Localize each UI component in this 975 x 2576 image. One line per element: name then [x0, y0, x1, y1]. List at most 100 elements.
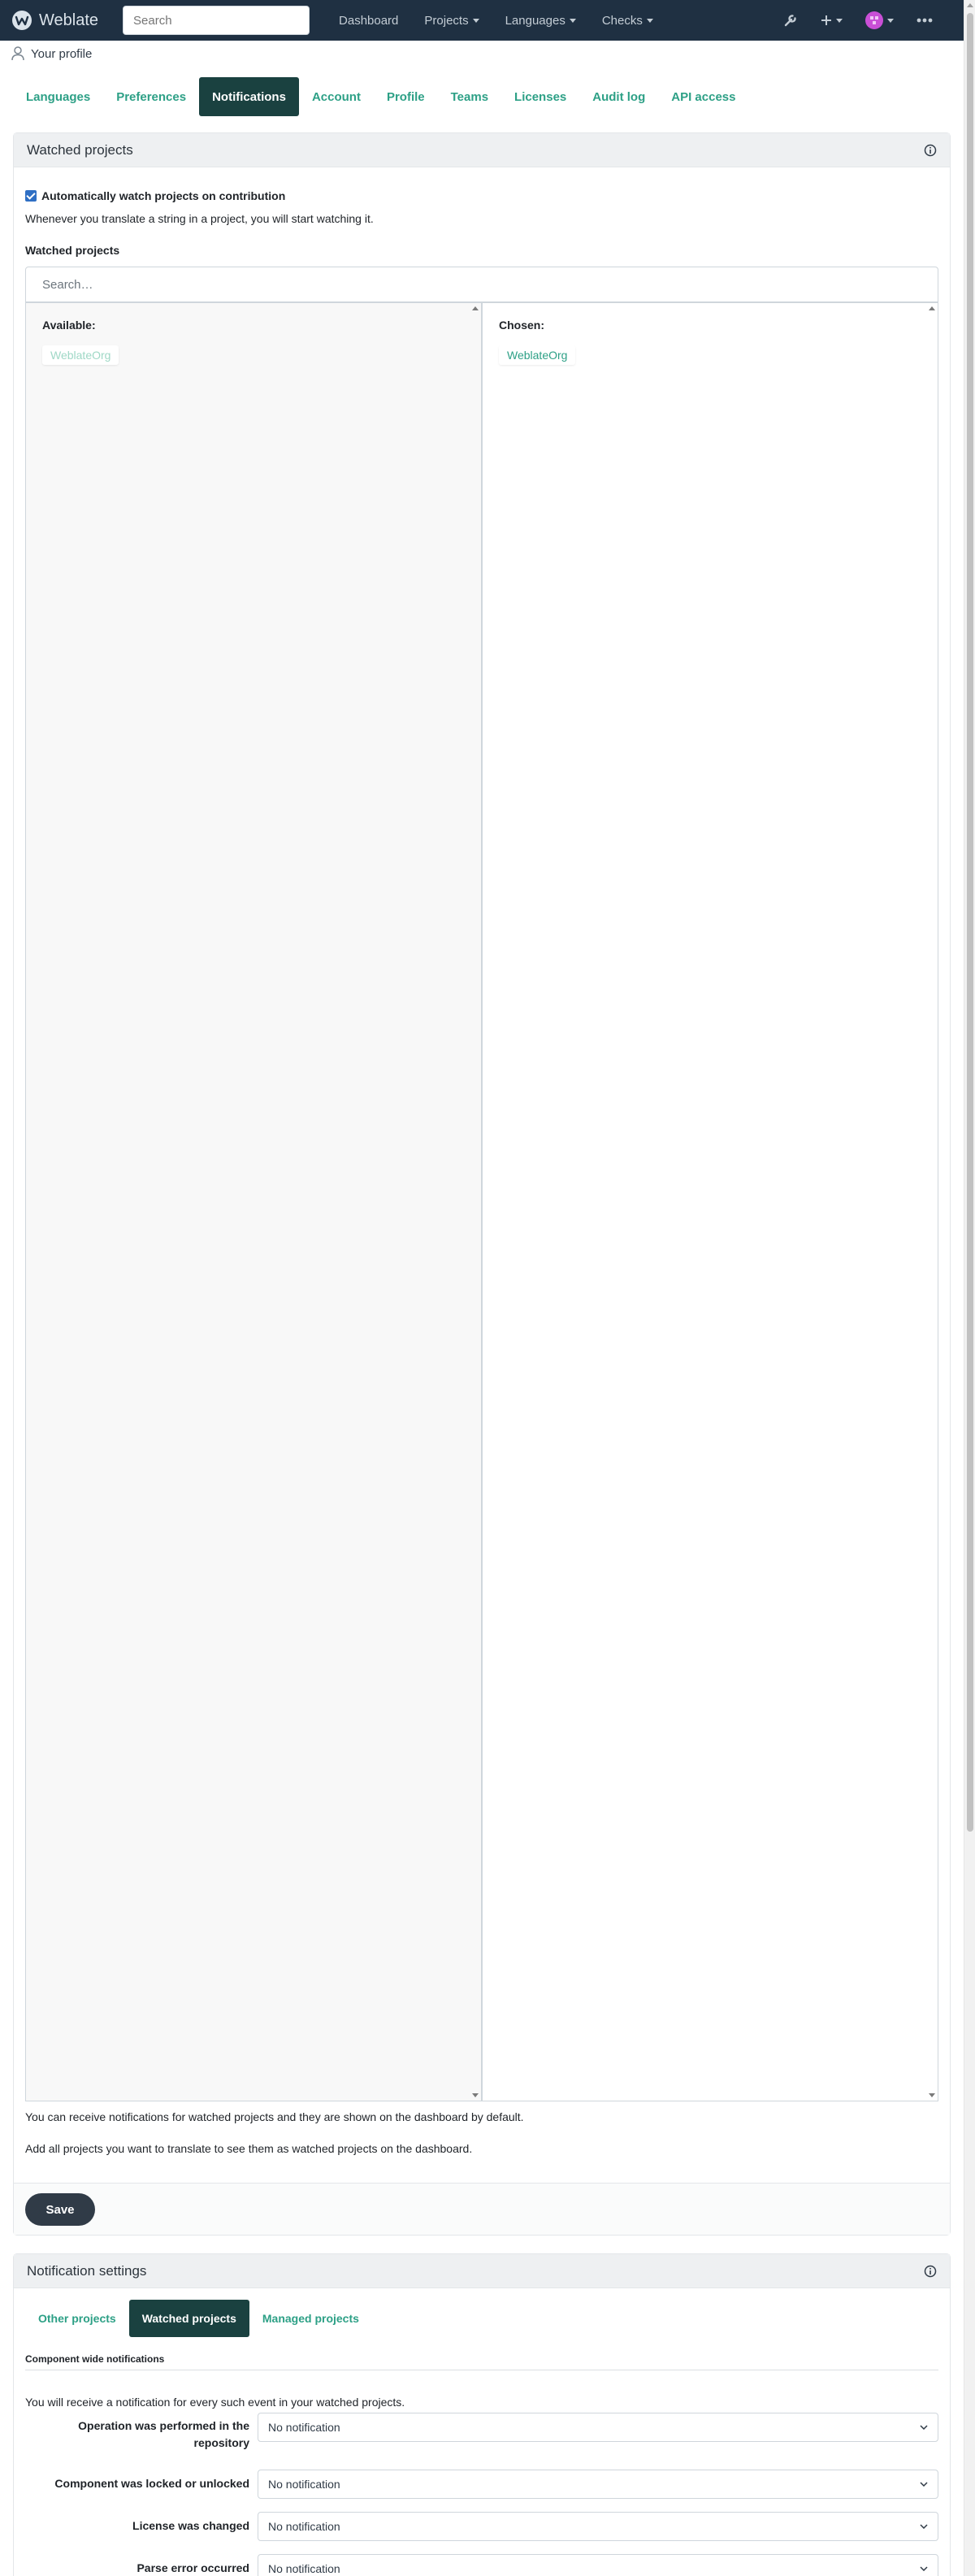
wrench-button[interactable]	[772, 13, 809, 28]
tab-profile[interactable]: Profile	[374, 77, 438, 116]
auto-watch-label: Automatically watch projects on contribu…	[41, 189, 286, 202]
scroll-down-icon[interactable]	[472, 2093, 479, 2097]
scrollbar-thumb[interactable]	[967, 13, 973, 1832]
main-nav: Dashboard Projects Languages Checks	[326, 14, 666, 28]
chosen-projects-list[interactable]: Chosen: WeblateOrg	[482, 302, 938, 2101]
notification-label: Component was locked or unlocked	[54, 2477, 249, 2490]
tab-licenses[interactable]: Licenses	[501, 77, 579, 116]
notification-select[interactable]: No notification	[258, 2470, 938, 2499]
more-button[interactable]	[905, 18, 964, 23]
tab-notifications[interactable]: Notifications	[199, 77, 299, 116]
notification-settings-panel: Notification settings Other projects Wat…	[13, 2253, 951, 2576]
notification-select[interactable]: No notification	[258, 2554, 938, 2576]
scroll-up-icon[interactable]	[967, 3, 973, 7]
section-title: Component wide notifications	[25, 2353, 938, 2370]
tab-preferences[interactable]: Preferences	[103, 77, 199, 116]
panel-title: Notification settings	[27, 2262, 147, 2279]
brand-name: Weblate	[39, 11, 99, 29]
nav-projects-label: Projects	[424, 13, 469, 28]
available-title: Available:	[42, 319, 96, 332]
select-value: No notification	[268, 2421, 340, 2434]
profile-tabs: Languages Preferences Notifications Acco…	[13, 77, 748, 116]
top-navbar: Weblate Dashboard Projects Languages Che…	[0, 0, 964, 41]
caret-down-icon	[887, 18, 894, 23]
user-menu-button[interactable]	[854, 11, 905, 29]
tab-label: Profile	[386, 89, 425, 104]
info-icon[interactable]	[924, 2265, 937, 2278]
tab-label: API access	[671, 89, 736, 104]
caret-down-icon	[836, 18, 843, 23]
available-projects-list[interactable]: Available: WeblateOrg	[25, 302, 482, 2101]
scroll-up-icon[interactable]	[929, 306, 935, 310]
brand[interactable]: Weblate	[11, 10, 98, 31]
notification-select[interactable]: No notification	[258, 2512, 938, 2541]
panel-footer: Save	[14, 2183, 950, 2235]
search-input[interactable]	[123, 6, 310, 35]
avatar-icon	[865, 11, 883, 29]
panel-title: Watched projects	[27, 141, 133, 158]
tab-label: Account	[311, 89, 361, 104]
breadcrumb: Your profile	[11, 46, 92, 61]
scroll-up-icon[interactable]	[472, 306, 479, 310]
available-item[interactable]: WeblateOrg	[42, 345, 119, 365]
weblate-logo-icon	[12, 11, 32, 30]
user-icon	[11, 46, 24, 61]
chevron-down-icon	[920, 2566, 928, 2571]
panel-heading: Notification settings	[14, 2254, 950, 2288]
tab-label: Preferences	[116, 89, 187, 104]
nav-dashboard[interactable]: Dashboard	[326, 14, 411, 28]
select-value: No notification	[268, 2562, 340, 2575]
caret-down-icon	[569, 18, 576, 23]
notification-label: Parse error occurred	[136, 2561, 249, 2574]
tab-label: Watched projects	[141, 2312, 236, 2325]
notification-select[interactable]: No notification	[258, 2413, 938, 2442]
breadcrumb-label[interactable]: Your profile	[31, 47, 92, 61]
chosen-title: Chosen:	[499, 319, 544, 332]
notification-label: License was changed	[132, 2519, 249, 2532]
chosen-item[interactable]: WeblateOrg	[499, 345, 576, 365]
nav-projects[interactable]: Projects	[411, 14, 492, 28]
tab-teams[interactable]: Teams	[438, 77, 501, 116]
tab-audit-log[interactable]: Audit log	[579, 77, 658, 116]
caret-down-icon	[646, 18, 653, 23]
watched-help-2: Add all projects you want to translate t…	[25, 2142, 473, 2155]
tab-languages[interactable]: Languages	[13, 77, 103, 116]
tab-label: Managed projects	[262, 2312, 359, 2325]
tab-other-projects[interactable]: Other projects	[25, 2300, 129, 2337]
nav-checks-label: Checks	[601, 13, 643, 28]
notification-scope-tabs: Other projects Watched projects Managed …	[25, 2300, 372, 2337]
auto-watch-row[interactable]: Automatically watch projects on contribu…	[25, 189, 285, 202]
save-button[interactable]: Save	[25, 2193, 95, 2226]
tab-managed-projects[interactable]: Managed projects	[249, 2300, 372, 2337]
search-placeholder: Search…	[42, 277, 93, 292]
caret-down-icon	[472, 18, 479, 23]
auto-watch-checkbox[interactable]	[25, 190, 37, 202]
section-help: You will receive a notification for ever…	[25, 2396, 405, 2409]
tab-label: Licenses	[514, 89, 567, 104]
nav-languages-label: Languages	[505, 13, 566, 28]
plus-icon	[821, 15, 831, 25]
tab-watched-projects[interactable]: Watched projects	[128, 2300, 249, 2337]
tab-api-access[interactable]: API access	[658, 77, 748, 116]
nav-actions	[772, 0, 964, 41]
tab-label: Notifications	[212, 89, 286, 104]
nav-checks[interactable]: Checks	[589, 14, 666, 28]
tab-label: Teams	[450, 89, 489, 104]
add-menu-button[interactable]	[809, 15, 854, 26]
tab-label: Languages	[26, 89, 91, 104]
page-scrollbar[interactable]	[964, 0, 975, 2576]
chevron-down-icon	[920, 2524, 928, 2529]
watched-help-1: You can receive notifications for watche…	[25, 2110, 524, 2123]
tab-account[interactable]: Account	[299, 77, 374, 116]
project-search-input[interactable]: Search…	[25, 267, 938, 302]
panel-heading: Watched projects	[14, 133, 950, 167]
more-icon	[916, 18, 933, 23]
select-value: No notification	[268, 2520, 340, 2533]
nav-languages[interactable]: Languages	[492, 14, 589, 28]
info-icon[interactable]	[924, 144, 937, 157]
scroll-down-icon[interactable]	[929, 2093, 935, 2097]
save-label: Save	[46, 2202, 75, 2217]
chevron-down-icon	[920, 2425, 928, 2430]
auto-watch-help: Whenever you translate a string in a pro…	[25, 212, 374, 225]
tab-label: Audit log	[592, 89, 646, 104]
